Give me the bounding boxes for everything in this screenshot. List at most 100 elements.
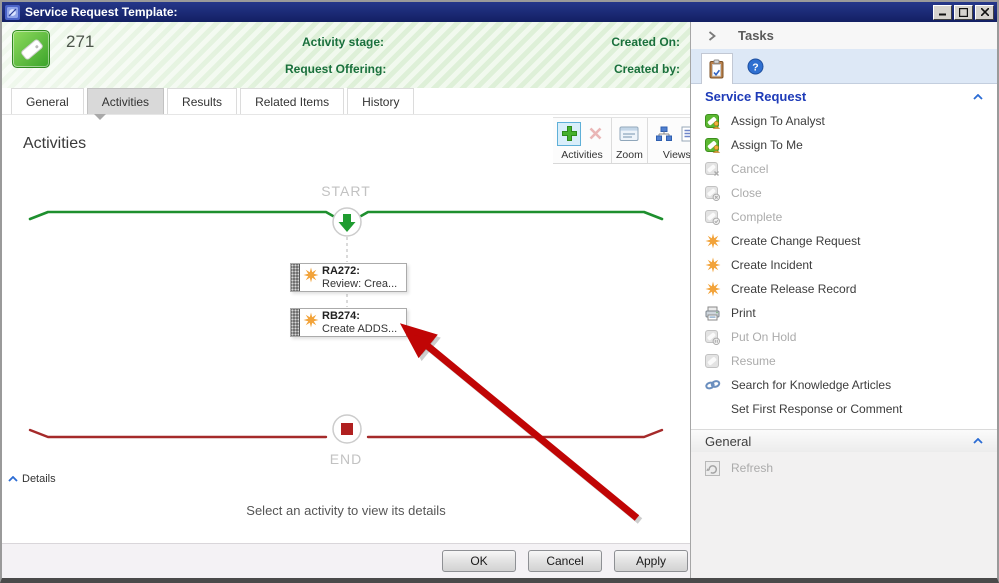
tab-activities[interactable]: Activities — [87, 88, 164, 114]
details-expander[interactable]: Details — [8, 473, 56, 485]
created-by-label: Created by: — [614, 62, 680, 76]
ticket-user-icon — [704, 137, 721, 154]
chevron-right-icon — [708, 31, 716, 41]
section-title: Service Request — [705, 89, 806, 104]
add-icon — [561, 125, 578, 142]
ticket-circle-x-icon — [704, 185, 721, 202]
minimize-icon — [939, 8, 947, 16]
task-cancel: Cancel — [691, 157, 997, 181]
node-grip — [291, 309, 300, 336]
node-id: RB274: — [322, 310, 360, 322]
app-icon — [5, 5, 20, 20]
ticket-pause-icon — [704, 329, 721, 346]
ticket-x-icon — [704, 161, 721, 178]
tab-history[interactable]: History — [347, 88, 414, 114]
record-header: 271 Activity stage: Request Offering: Cr… — [2, 22, 690, 88]
delete-icon — [588, 126, 603, 141]
zoom-icon — [619, 126, 639, 142]
star-icon — [303, 312, 319, 333]
maximize-button[interactable] — [954, 5, 973, 20]
star-icon — [704, 257, 721, 274]
service-request-template-window: Service Request Template: 271 Activity s… — [0, 0, 999, 583]
selected-tab-notch — [94, 114, 106, 120]
ticket-check-icon — [704, 209, 721, 226]
record-id: 271 — [66, 32, 94, 52]
close-icon — [981, 8, 989, 16]
task-print[interactable]: Print — [691, 301, 997, 325]
tab-bar: General Activities Results Related Items… — [2, 88, 690, 115]
node-id: RA272: — [322, 265, 360, 277]
task-create-release-record[interactable]: Create Release Record — [691, 277, 997, 301]
close-button[interactable] — [975, 5, 994, 20]
tasks-tab[interactable] — [701, 53, 733, 84]
delete-activity-button — [583, 122, 607, 146]
tasks-pane-header[interactable]: Tasks — [691, 22, 997, 49]
tasks-tabstrip: ? — [691, 49, 997, 84]
chevron-up-icon — [8, 476, 18, 482]
printer-icon — [704, 305, 721, 322]
task-assign-to-me[interactable]: Assign To Me — [691, 133, 997, 157]
task-complete: Complete — [691, 205, 997, 229]
end-stop-icon — [341, 423, 353, 435]
ok-button[interactable]: OK — [442, 550, 516, 572]
toolbar-group-views: Views — [647, 118, 690, 163]
task-put-on-hold: Put On Hold — [691, 325, 997, 349]
tab-related-items[interactable]: Related Items — [240, 88, 344, 114]
window-title: Service Request Template: — [25, 5, 931, 19]
dialog-footer: OK Cancel Apply — [2, 543, 690, 578]
task-set-first-response[interactable]: Set First Response or Comment — [691, 397, 997, 421]
created-on-label: Created On: — [611, 35, 680, 49]
activity-node-rb274[interactable]: RB274: Create ADDS... — [290, 308, 407, 337]
star-icon — [704, 281, 721, 298]
star-icon — [704, 233, 721, 250]
task-assign-to-analyst[interactable]: Assign To Analyst — [691, 109, 997, 133]
ticket-user-icon — [704, 113, 721, 130]
node-title: Create ADDS... — [322, 323, 397, 335]
minimize-button[interactable] — [933, 5, 952, 20]
activity-stage-label: Activity stage: — [302, 35, 384, 49]
toolbar-label-zoom: Zoom — [616, 148, 643, 162]
flow-view-icon — [655, 126, 673, 142]
task-create-change-request[interactable]: Create Change Request — [691, 229, 997, 253]
add-activity-button[interactable] — [557, 122, 581, 146]
section-title: General — [705, 434, 751, 449]
task-create-incident[interactable]: Create Incident — [691, 253, 997, 277]
cancel-button[interactable]: Cancel — [528, 550, 602, 572]
svg-text:?: ? — [752, 61, 758, 73]
section-service-request[interactable]: Service Request — [691, 84, 997, 109]
flow-view-button[interactable] — [652, 122, 676, 146]
activities-toolbar: Activities Zoom — [553, 117, 690, 164]
titlebar: Service Request Template: — [2, 2, 997, 22]
clipboard-icon — [708, 59, 726, 80]
main-pane: 271 Activity stage: Request Offering: Cr… — [2, 22, 690, 578]
activity-node-ra272[interactable]: RA272: Review: Crea... — [290, 263, 407, 292]
toolbar-label-views: Views — [663, 148, 690, 162]
task-close: Close — [691, 181, 997, 205]
help-button[interactable]: ? — [747, 58, 764, 80]
section-general[interactable]: General — [691, 429, 997, 452]
node-title: Review: Crea... — [322, 278, 397, 290]
task-resume: Resume — [691, 349, 997, 373]
link-icon — [704, 377, 721, 394]
tab-general[interactable]: General — [11, 88, 84, 114]
chevron-up-icon — [973, 438, 983, 444]
tab-results[interactable]: Results — [167, 88, 237, 114]
request-offering-label: Request Offering: — [285, 62, 386, 76]
maximize-icon — [959, 8, 968, 17]
service-request-icon — [12, 30, 50, 68]
task-search-knowledge-articles[interactable]: Search for Knowledge Articles — [691, 373, 997, 397]
toolbar-group-activities: Activities — [553, 118, 611, 163]
refresh-icon — [704, 460, 721, 477]
start-label: START — [2, 183, 690, 199]
star-icon — [303, 267, 319, 288]
selection-hint: Select an activity to view its details — [2, 503, 690, 518]
apply-button[interactable]: Apply — [614, 550, 688, 572]
chevron-up-icon — [973, 94, 983, 100]
activities-heading: Activities — [23, 135, 86, 153]
ticket-icon — [704, 353, 721, 370]
tasks-pane: Tasks ? Service Request Assign To Analys… — [690, 22, 997, 578]
zoom-button[interactable] — [617, 122, 641, 146]
list-view-button[interactable] — [678, 122, 690, 146]
tasks-title: Tasks — [738, 28, 774, 43]
node-grip — [291, 264, 300, 291]
